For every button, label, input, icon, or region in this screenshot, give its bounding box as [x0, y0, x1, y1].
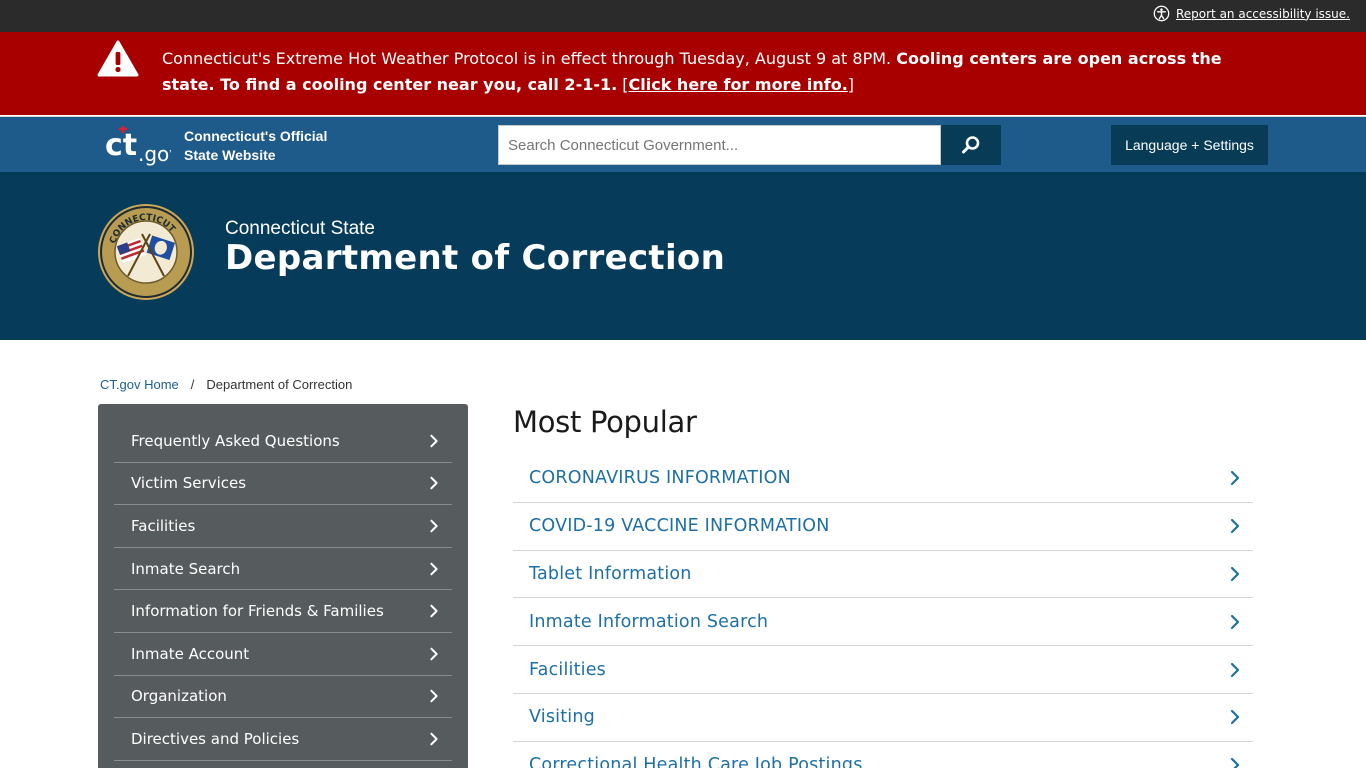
alert-link-open: [ — [617, 75, 629, 94]
accessibility-link[interactable]: Report an accessibility issue. — [1153, 5, 1350, 22]
warning-triangle-icon — [97, 40, 139, 77]
alert-link-close: ] — [847, 75, 855, 94]
sidebar-item-label: Facilities — [131, 516, 196, 535]
sidebar-item[interactable]: Information for Friends & Families — [114, 590, 452, 633]
agency-banner: CONNECTICUT Connecticut State Department… — [0, 172, 1366, 340]
search-button[interactable] — [941, 125, 1001, 165]
chevron-right-icon — [430, 732, 438, 746]
ct-gov-header: ct .gov Connecticut's Official State Web… — [0, 116, 1366, 172]
chevron-right-icon — [1230, 519, 1240, 534]
popular-link-label: Tablet Information — [529, 563, 692, 584]
breadcrumb-separator: / — [190, 377, 195, 392]
agency-subtitle: Connecticut State — [225, 218, 375, 239]
sidebar-item[interactable]: Frequently Asked Questions — [114, 420, 452, 463]
popular-link-label: COVID-19 VACCINE INFORMATION — [529, 516, 830, 537]
search-icon — [962, 136, 980, 154]
popular-link-item[interactable]: Inmate Information Search — [513, 598, 1253, 647]
most-popular-list: CORONAVIRUS INFORMATION COVID-19 VACCINE … — [513, 455, 1253, 768]
sidebar-item[interactable]: Organization — [114, 676, 452, 719]
svg-text:.gov: .gov — [138, 142, 171, 166]
chevron-right-icon — [430, 604, 438, 618]
chevron-right-icon — [1230, 662, 1240, 677]
alert-more-info-link[interactable]: Click here for more info. — [629, 75, 848, 94]
chevron-right-icon — [1230, 614, 1240, 629]
sidebar-item-label: Frequently Asked Questions — [131, 431, 340, 450]
tagline-line-1: Connecticut's Official — [184, 128, 328, 144]
popular-link-item[interactable]: COVID-19 VACCINE INFORMATION — [513, 503, 1253, 551]
chevron-right-icon — [1230, 471, 1240, 486]
sidebar-nav: Frequently Asked Questions Victim Service… — [98, 404, 468, 768]
sidebar-item[interactable]: Facilities — [114, 505, 452, 548]
popular-link-label: Facilities — [529, 659, 606, 680]
sidebar-item[interactable]: Inmate Account — [114, 633, 452, 676]
popular-link-label: Inmate Information Search — [529, 611, 769, 632]
chevron-right-icon — [430, 434, 438, 448]
breadcrumb-home-link[interactable]: CT.gov Home — [100, 377, 179, 392]
search-input[interactable] — [498, 125, 941, 165]
sidebar-item-label: Organization — [131, 687, 227, 706]
sidebar-item-label: Inmate Account — [131, 644, 250, 663]
sidebar-item-label: Victim Services — [131, 474, 247, 493]
most-popular-title: Most Popular — [513, 405, 697, 439]
accessibility-icon — [1153, 5, 1170, 22]
ct-tagline: Connecticut's Official State Website — [184, 127, 354, 165]
sidebar-item-label: Directives and Policies — [131, 729, 300, 748]
agency-title[interactable]: Department of Correction — [225, 238, 725, 278]
sidebar-item-label: Information for Friends & Families — [131, 602, 384, 621]
breadcrumb: CT.gov Home / Department of Correction — [100, 377, 352, 392]
language-settings-button[interactable]: Language + Settings — [1111, 125, 1268, 165]
tagline-line-2: State Website — [184, 147, 276, 163]
utility-bar: Report an accessibility issue. — [0, 0, 1366, 32]
popular-link-item[interactable]: Tablet Information — [513, 551, 1253, 599]
popular-link-item[interactable]: CORONAVIRUS INFORMATION — [513, 455, 1253, 503]
chevron-right-icon — [430, 519, 438, 533]
chevron-right-icon — [1230, 710, 1240, 725]
chevron-right-icon — [430, 477, 438, 490]
popular-link-item[interactable]: Facilities — [513, 646, 1253, 694]
accessibility-label: Report an accessibility issue. — [1175, 6, 1350, 21]
weather-alert-banner: Connecticut's Extreme Hot Weather Protoc… — [0, 32, 1366, 115]
sidebar-item-label: Inmate Search — [131, 559, 241, 578]
alert-text-normal: Connecticut's Extreme Hot Weather Protoc… — [162, 49, 897, 68]
popular-link-item[interactable]: Visiting — [513, 694, 1253, 742]
chevron-right-icon — [430, 647, 438, 661]
chevron-right-icon — [430, 562, 438, 575]
doc-seal-icon[interactable]: CONNECTICUT — [98, 204, 194, 300]
chevron-right-icon — [1230, 566, 1240, 582]
sidebar-item[interactable]: Directives and Policies — [114, 718, 452, 761]
sidebar-item[interactable]: Victim Services — [114, 463, 452, 506]
breadcrumb-current: Department of Correction — [206, 377, 353, 392]
popular-link-label: Correctional Health Care Job Postings — [529, 755, 863, 768]
alert-message: Connecticut's Extreme Hot Weather Protoc… — [162, 46, 1272, 98]
sidebar-item[interactable]: Inmate Search — [114, 548, 452, 591]
popular-link-label: CORONAVIRUS INFORMATION — [529, 468, 791, 489]
ct-gov-logo[interactable]: ct .gov — [105, 125, 171, 167]
svg-text:ct: ct — [105, 128, 137, 163]
popular-link-label: Visiting — [529, 707, 595, 728]
chevron-right-icon — [430, 690, 438, 703]
popular-link-item[interactable]: Correctional Health Care Job Postings — [513, 742, 1253, 768]
chevron-right-icon — [1230, 758, 1240, 768]
